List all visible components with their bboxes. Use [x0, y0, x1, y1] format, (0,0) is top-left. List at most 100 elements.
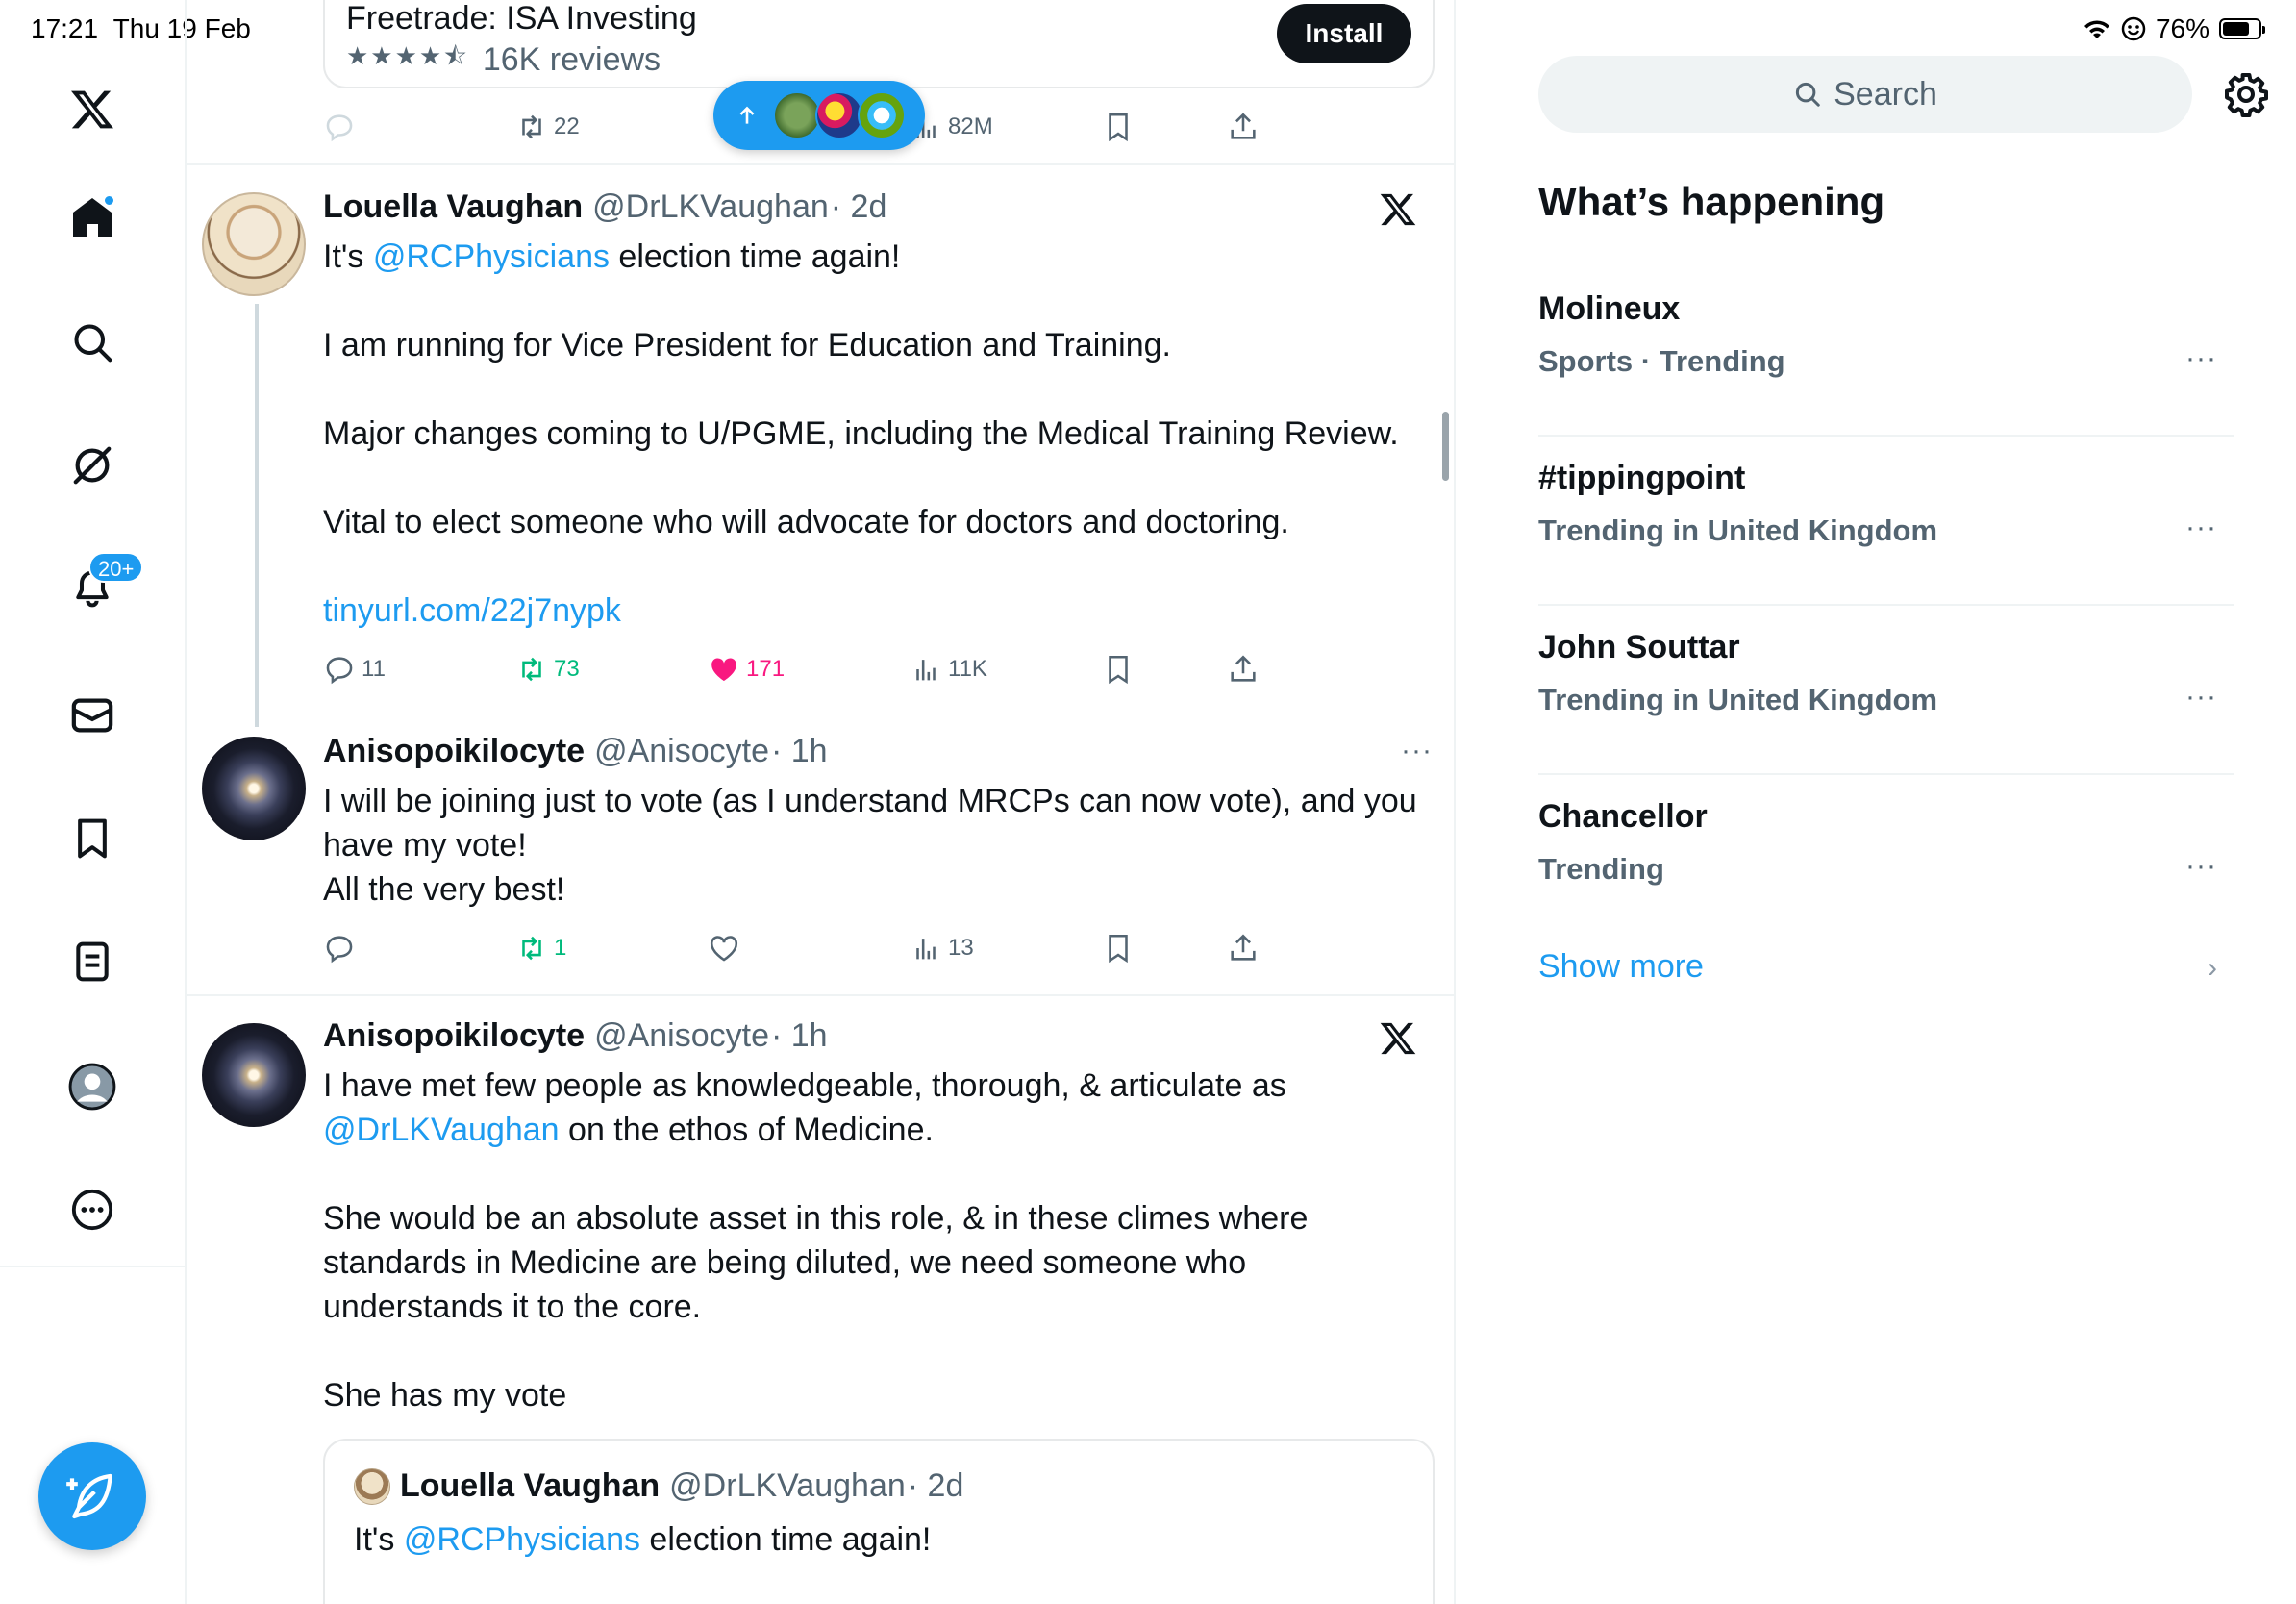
repost-button[interactable]: 73	[515, 648, 580, 690]
text-segment: election time again!	[639, 1521, 932, 1558]
avatar[interactable]	[202, 737, 306, 840]
post-line: All the very best!	[323, 871, 565, 908]
quote-author-handle: @DrLKVaughan	[669, 1467, 906, 1504]
views-button[interactable]: 11K	[910, 648, 987, 690]
nav-grok[interactable]	[60, 433, 125, 498]
post-line: understands it to the core.	[323, 1289, 702, 1325]
author-handle[interactable]: @Anisocyte	[594, 1017, 769, 1055]
chevron-right-icon: ›	[2208, 952, 2217, 984]
nav-notifications[interactable]: 20+	[60, 552, 144, 621]
battery-percent: 76%	[2155, 13, 2209, 43]
nav-lists[interactable]	[60, 929, 125, 994]
nav-divider	[0, 1266, 187, 1267]
trend-more-button[interactable]: ···	[2185, 681, 2217, 714]
author-handle[interactable]: @Anisocyte	[594, 733, 769, 770]
bookmark-button[interactable]	[1102, 648, 1135, 690]
bookmark-button[interactable]	[1102, 927, 1135, 969]
avatar[interactable]	[202, 192, 306, 296]
trend-more-button[interactable]: ···	[2185, 342, 2217, 375]
divider	[1538, 435, 2234, 437]
post-paragraph: I am running for Vice President for Educ…	[323, 327, 1171, 363]
author-name[interactable]: Anisopoikilocyte	[323, 733, 585, 770]
reply-count: 11	[362, 656, 386, 682]
divider	[1538, 604, 2234, 606]
reply-icon	[326, 936, 353, 964]
author-name[interactable]: Anisopoikilocyte	[323, 1017, 585, 1055]
bookmark-icon	[1109, 113, 1128, 142]
reply-button[interactable]: 11	[323, 648, 386, 690]
search-icon	[1796, 82, 1820, 107]
nav-more[interactable]	[60, 1177, 125, 1242]
trend-item[interactable]: John Souttar Trending in United Kingdom …	[1538, 608, 2234, 775]
trend-name: Chancellor	[1538, 798, 1708, 835]
post-line: have my vote!	[323, 827, 527, 864]
views-count: 13	[948, 935, 974, 961]
trend-more-button[interactable]: ···	[2185, 512, 2217, 544]
quoted-post[interactable]: Louella Vaughan @DrLKVaughan · 2d It's @…	[323, 1439, 1435, 1604]
timeline: Freetrade: ISA Investing ★★★★⯪ 16K revie…	[187, 0, 1456, 1604]
new-posts-pill[interactable]	[713, 81, 925, 150]
trend-item[interactable]: Molineux Sports · Trending ···	[1538, 269, 2234, 437]
compose-button[interactable]	[38, 1442, 146, 1550]
post-link[interactable]: tinyurl.com/22j7nypk	[323, 589, 1429, 633]
nav-bookmarks[interactable]	[60, 806, 125, 871]
mention-link[interactable]: @RCPhysicians	[373, 238, 610, 275]
mention-link[interactable]: @DrLKVaughan	[323, 1112, 560, 1148]
bookmark-button[interactable]	[1102, 106, 1135, 148]
share-button[interactable]	[1227, 648, 1260, 690]
post-line: She has my vote	[323, 1377, 567, 1414]
reply-button[interactable]	[323, 106, 356, 148]
share-icon	[1231, 655, 1256, 682]
like-button[interactable]: 171	[708, 648, 785, 690]
post-time[interactable]: · 1h	[771, 1017, 828, 1055]
thread-line	[255, 304, 259, 727]
ad-title: Freetrade: ISA Investing	[346, 0, 697, 37]
install-button[interactable]: Install	[1277, 4, 1411, 63]
trend-meta: Sports · Trending	[1538, 344, 1785, 378]
profile-icon	[68, 1063, 116, 1111]
post-line: I will be joining just to vote (as I und…	[323, 783, 1417, 819]
like-button[interactable]	[708, 927, 740, 969]
trend-item[interactable]: Chancellor Trending ···	[1538, 777, 2234, 944]
promoted-app-card[interactable]: Freetrade: ISA Investing ★★★★⯪ 16K revie…	[323, 0, 1435, 88]
views-count: 11K	[948, 656, 987, 682]
pill-avatar	[773, 91, 821, 139]
avatar[interactable]	[202, 1023, 306, 1127]
show-more-link[interactable]: Show more	[1538, 948, 1704, 986]
post-header: Louella Vaughan @DrLKVaughan · 2d	[323, 188, 886, 226]
views-count: 82M	[948, 113, 993, 139]
mail-icon	[71, 698, 113, 733]
trend-name: Molineux	[1538, 290, 1681, 327]
text-segment: It's	[354, 1521, 404, 1558]
views-button[interactable]: 13	[910, 927, 974, 969]
trend-more-button[interactable]: ···	[2185, 850, 2217, 883]
left-nav: 20+	[0, 0, 187, 1604]
share-button[interactable]	[1227, 106, 1260, 148]
divider	[1538, 773, 2234, 775]
share-icon	[1231, 113, 1256, 139]
post-more-button[interactable]: ···	[1401, 735, 1433, 767]
quote-text: It's @RCPhysicians election time again!	[354, 1521, 931, 1559]
share-button[interactable]	[1227, 927, 1260, 969]
reply-icon	[326, 114, 353, 142]
mention-link[interactable]: @RCPhysicians	[404, 1521, 640, 1558]
post-time[interactable]: · 2d	[831, 188, 887, 226]
search-input[interactable]: Search	[1538, 56, 2192, 133]
nav-messages[interactable]	[60, 683, 125, 748]
post-time[interactable]: · 1h	[771, 733, 828, 770]
reply-button[interactable]	[323, 927, 356, 969]
author-handle[interactable]: @DrLKVaughan	[592, 188, 829, 226]
author-name[interactable]: Louella Vaughan	[323, 188, 583, 226]
repost-button[interactable]: 22	[515, 106, 580, 148]
nav-home[interactable]	[60, 185, 125, 250]
repost-button[interactable]: 1	[515, 927, 566, 969]
nav-profile[interactable]	[60, 1054, 125, 1119]
scrollbar[interactable]	[1442, 412, 1449, 481]
post-header: Anisopoikilocyte @Anisocyte · 1h	[323, 733, 828, 770]
gear-icon[interactable]	[2223, 71, 2269, 117]
trend-item[interactable]: #tippingpoint Trending in United Kingdom…	[1538, 439, 2234, 606]
nav-explore[interactable]	[60, 310, 125, 375]
compose-icon	[66, 1473, 112, 1519]
x-logo-icon[interactable]	[60, 77, 125, 142]
pill-avatar	[815, 91, 863, 139]
